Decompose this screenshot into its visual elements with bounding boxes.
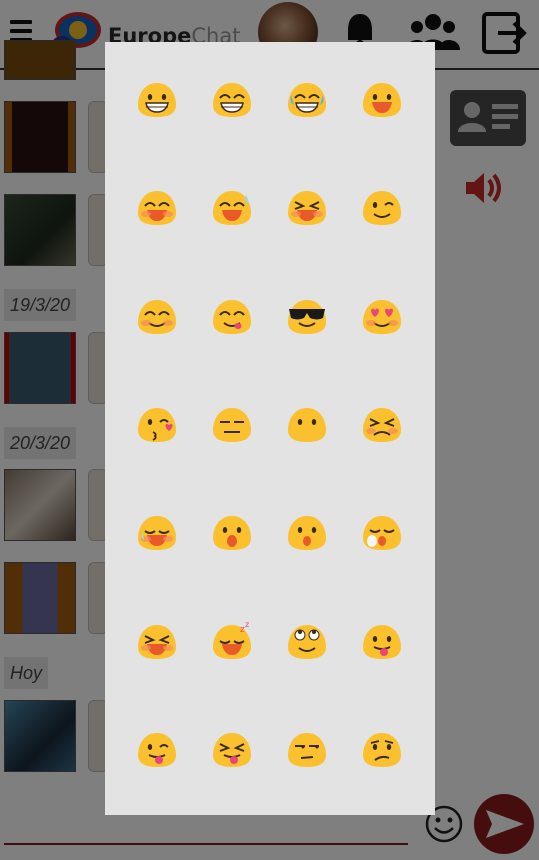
face-savoring-food-icon[interactable] [210,296,254,336]
disappointed-relieved-face-icon[interactable] [135,512,179,552]
kissing-face-heart-icon[interactable] [135,404,179,444]
grinning-squinting-face-icon[interactable] [210,79,254,119]
laughing-face-icon[interactable] [285,187,329,227]
smiling-face-sunglasses-icon[interactable] [285,296,329,336]
relieved-face-rolling-eyes-icon[interactable] [285,621,329,661]
heart-eyes-face-icon[interactable] [360,296,404,336]
unamused-face-icon[interactable] [285,729,329,769]
smiling-face-open-mouth-icon[interactable] [360,79,404,119]
tired-face-icon[interactable] [135,621,179,661]
grinning-face-icon[interactable] [135,79,179,119]
svg-text:z: z [245,621,249,629]
face-with-tears-of-joy-icon[interactable] [285,79,329,119]
face-open-mouth-icon[interactable] [210,512,254,552]
confused-face-icon[interactable] [360,729,404,769]
sleepy-face-icon[interactable] [360,512,404,552]
expressionless-face-icon[interactable] [210,404,254,444]
face-with-tongue-icon[interactable] [360,621,404,661]
winking-face-icon[interactable] [360,187,404,227]
persevering-face-icon[interactable] [360,404,404,444]
squinting-face-tongue-icon[interactable] [210,729,254,769]
grinning-face-with-sweat-icon[interactable] [210,187,254,227]
smiling-face-smiling-eyes-open-mouth-icon[interactable] [135,187,179,227]
winking-face-tongue-icon[interactable] [135,729,179,769]
face-without-mouth-icon[interactable] [285,404,329,444]
emoji-picker-panel: zz [105,42,435,815]
sleeping-face-icon[interactable]: zz [210,621,254,661]
smiling-face-smiling-eyes-icon[interactable] [135,296,179,336]
hushed-face-icon[interactable] [285,512,329,552]
